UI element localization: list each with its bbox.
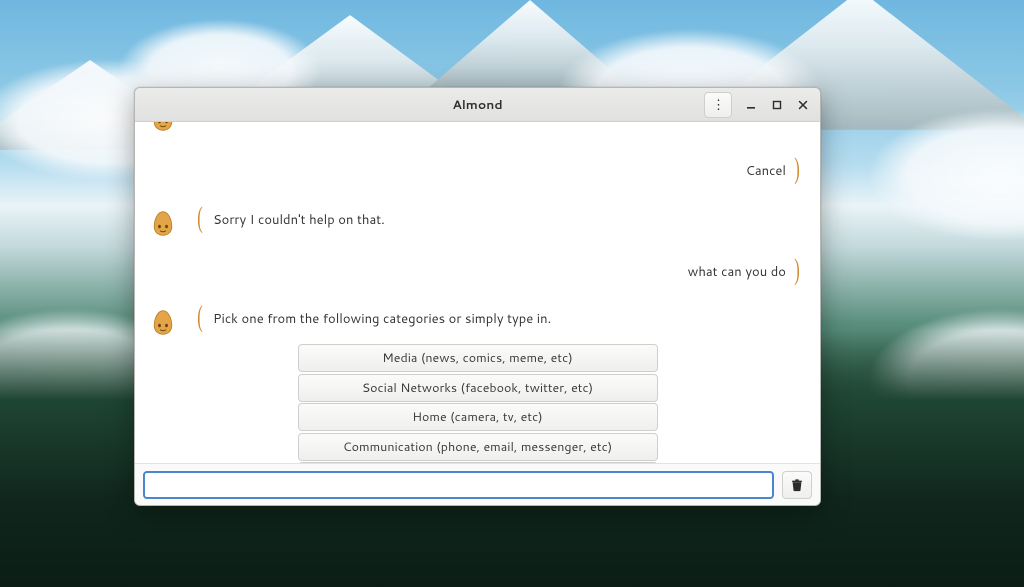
category-button-services[interactable]: Services (weather, calendar, todo list, …: [298, 462, 658, 463]
maximize-button[interactable]: [764, 92, 790, 118]
chat-area[interactable]: Cancel ) ( Sorry I couldn't help on that…: [135, 122, 820, 463]
bracket-icon: (: [197, 306, 203, 328]
category-list: Media (news, comics, meme, etc) Social N…: [298, 344, 658, 463]
almond-icon: [149, 122, 177, 132]
category-label: Media (news, comics, meme, etc): [382, 349, 573, 367]
desktop-wallpaper: Almond ⋮: [0, 0, 1024, 587]
bot-avatar-partial: [149, 122, 177, 132]
user-message-row: Cancel ): [149, 158, 806, 183]
app-window: Almond ⋮: [134, 87, 821, 506]
close-icon: [798, 100, 808, 110]
category-label: Home (camera, tv, etc): [412, 408, 542, 426]
bracket-icon: ): [794, 259, 800, 281]
input-bar: [135, 463, 820, 505]
category-button-media[interactable]: Media (news, comics, meme, etc): [298, 344, 658, 372]
user-message-row: what can you do ): [149, 259, 806, 284]
kebab-icon: ⋮: [712, 101, 724, 109]
category-button-social[interactable]: Social Networks (facebook, twitter, etc): [298, 374, 658, 402]
bot-message-row: ( Pick one from the following categories…: [149, 306, 806, 336]
bot-message-text: Sorry I couldn't help on that.: [213, 207, 385, 232]
clear-button[interactable]: [782, 471, 812, 499]
user-message-text: Cancel: [746, 158, 786, 183]
bot-message-row: ( Sorry I couldn't help on that.: [149, 207, 806, 237]
chat-input[interactable]: [143, 471, 774, 499]
minimize-icon: [746, 100, 756, 110]
bracket-icon: ): [794, 158, 800, 180]
almond-icon: [149, 209, 177, 237]
bracket-icon: (: [197, 207, 203, 229]
category-button-communication[interactable]: Communication (phone, email, messenger, …: [298, 433, 658, 461]
titlebar-controls: ⋮: [704, 88, 820, 121]
maximize-icon: [772, 100, 782, 110]
user-message-text: what can you do: [688, 259, 786, 284]
titlebar[interactable]: Almond ⋮: [135, 88, 820, 122]
minimize-button[interactable]: [738, 92, 764, 118]
category-label: Social Networks (facebook, twitter, etc): [362, 379, 593, 397]
category-button-home[interactable]: Home (camera, tv, etc): [298, 403, 658, 431]
menu-button[interactable]: ⋮: [704, 92, 732, 118]
category-label: Communication (phone, email, messenger, …: [343, 438, 612, 456]
bot-message-text: Pick one from the following categories o…: [213, 306, 551, 331]
trash-icon: [790, 478, 804, 492]
close-button[interactable]: [790, 92, 816, 118]
almond-icon: [149, 308, 177, 336]
